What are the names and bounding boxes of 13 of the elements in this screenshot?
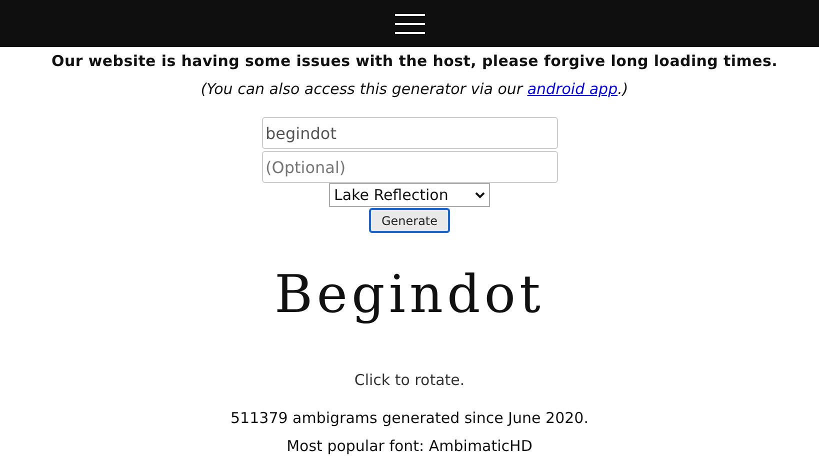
android-app-link[interactable]: android app <box>527 80 618 98</box>
generate-button[interactable]: Generate <box>369 208 450 233</box>
word-field[interactable]: begindot <box>262 117 558 149</box>
stats-text: Most popular font: AmbimaticHD <box>286 436 532 456</box>
app-note-text: (You can also access this generator via our android app.) <box>200 79 628 100</box>
rotate-hint: Click to rotate. <box>354 370 465 391</box>
optional-field[interactable]: (Optional) <box>262 151 558 183</box>
menu-icon[interactable] <box>394 14 424 34</box>
stats-text: 511379 ambigrams generated since June 2020. <box>230 408 588 428</box>
notice-text: Our website is having some issues with the host, please forgive long loading times. <box>50 51 778 72</box>
font-select[interactable]: Lake Reflection <box>329 183 490 207</box>
ambigram-text[interactable]: Begindot <box>274 265 544 325</box>
chevron-icon <box>475 192 485 198</box>
